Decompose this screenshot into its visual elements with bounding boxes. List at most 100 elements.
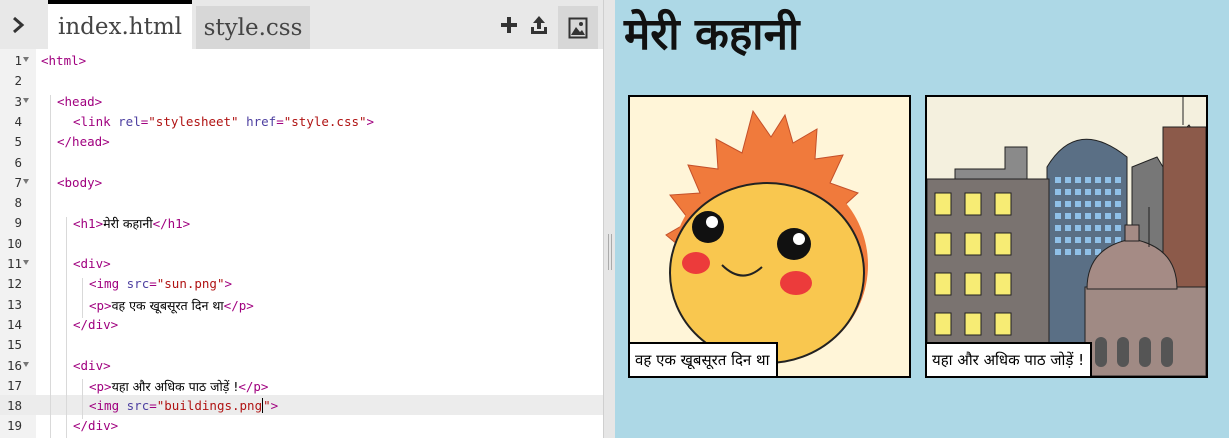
chevron-right-icon — [13, 16, 25, 33]
code-token: </p> — [238, 378, 269, 394]
indent-guide — [82, 379, 83, 419]
code-line[interactable]: 15 — [0, 334, 603, 354]
fold-arrow-icon[interactable] — [23, 361, 29, 367]
code-line[interactable]: 4 <link rel="stylesheet" href="style.css"… — [0, 111, 603, 131]
code-token: <body> — [57, 174, 103, 190]
preview-pane: मेरी कहानी वह एक खूबसूरत दिन था यहा और अ… — [615, 0, 1229, 438]
code-line[interactable]: 5 </head> — [0, 131, 603, 151]
line-number: 11 — [6, 256, 22, 271]
code-text: </div> — [73, 418, 118, 433]
panel-caption: यहा और अधिक पाठ जोड़ें ! — [927, 342, 1093, 376]
code-line[interactable]: 14 </div> — [0, 314, 603, 334]
line-number: 10 — [6, 235, 22, 251]
code-token: </head> — [57, 134, 110, 150]
upload-icon — [531, 16, 547, 34]
line-number: 1 — [14, 53, 22, 68]
tab-style-css[interactable]: style.css — [196, 6, 310, 49]
line-number: 17 — [6, 377, 22, 393]
code-token: <img — [89, 276, 127, 292]
collapse-panel-button[interactable] — [0, 0, 36, 49]
line-number: 12 — [6, 276, 22, 292]
editor-tab-bar: index.html style.css — [0, 0, 603, 49]
code-token: </p> — [223, 297, 254, 313]
fold-arrow-icon[interactable] — [23, 57, 29, 62]
code-text: <html> — [41, 53, 86, 68]
code-token: </h1> — [152, 216, 191, 232]
code-text: <h1>मेरी कहानी</h1> — [73, 215, 190, 232]
indent-guide — [50, 95, 51, 438]
code-token: " — [263, 398, 271, 414]
code-token: src — [126, 398, 150, 414]
code-line[interactable]: 18 <img src="buildings.png"> — [0, 395, 603, 416]
code-line[interactable]: 3 <head> — [0, 91, 603, 111]
add-file-button[interactable] — [496, 12, 522, 38]
code-line[interactable]: 13 <p>वह एक खूबसूरत दिन था</p> — [0, 294, 603, 314]
fold-arrow-icon[interactable] — [23, 260, 29, 265]
code-text: </head> — [57, 134, 110, 149]
code-text: <link rel="stylesheet" href="style.css"> — [73, 114, 374, 129]
code-line[interactable]: 17 <p>यहा और अधिक पाठ जोड़ें !</p> — [0, 375, 603, 395]
code-token: </div> — [73, 418, 119, 434]
code-line[interactable]: 16 <div> — [0, 355, 603, 375]
code-line[interactable]: 7 <body> — [0, 172, 603, 192]
code-line[interactable]: 6 — [0, 152, 603, 172]
line-number: 18 — [6, 398, 22, 414]
code-token: <div> — [73, 256, 111, 271]
code-token: = — [276, 113, 284, 129]
code-line[interactable]: 19 </div> — [0, 415, 603, 435]
buildings-image — [927, 97, 1206, 376]
code-token: <p> — [89, 297, 112, 313]
code-token: यहा और अधिक पाठ जोड़ें ! — [111, 378, 239, 394]
code-token: src — [126, 276, 150, 292]
code-text: <div> — [73, 256, 111, 271]
line-number: 13 — [6, 296, 22, 312]
splitter-grip[interactable] — [608, 234, 612, 270]
tab-index-html[interactable]: index.html — [48, 0, 192, 49]
code-line[interactable]: 10 — [0, 233, 603, 253]
line-number: 19 — [6, 418, 22, 434]
code-token: <html> — [41, 53, 87, 68]
code-token: > — [366, 113, 375, 129]
tab-label: index.html — [57, 13, 182, 40]
fold-arrow-icon[interactable] — [23, 178, 29, 184]
line-number: 4 — [14, 113, 22, 129]
code-line[interactable]: 11 <div> — [0, 253, 603, 273]
code-token: <link — [73, 113, 119, 129]
code-text: <div> — [73, 358, 111, 373]
comic-panel-sun: वह एक खूबसूरत दिन था — [628, 95, 911, 378]
page-heading: मेरी कहानी — [624, 9, 800, 60]
code-token: > — [224, 276, 233, 292]
line-number: 16 — [6, 357, 22, 373]
comic-panel-buildings: यहा और अधिक पाठ जोड़ें ! — [925, 95, 1208, 378]
code-line[interactable]: 1 <html> — [0, 50, 603, 70]
code-token: "style.css" — [283, 113, 367, 129]
code-line[interactable]: 8 — [0, 192, 603, 212]
line-number: 8 — [14, 195, 22, 211]
image-gallery-button[interactable] — [558, 6, 598, 49]
code-token: = — [149, 276, 157, 292]
indent-guide — [82, 278, 83, 318]
code-token: <p> — [89, 378, 112, 394]
code-text: <p>यहा और अधिक पाठ जोड़ें !</p> — [89, 378, 268, 395]
line-number: 2 — [14, 73, 22, 89]
code-token: "stylesheet" — [148, 113, 239, 129]
pane-splitter[interactable] — [603, 0, 615, 438]
code-text: <p>वह एक खूबसूरत दिन था</p> — [89, 297, 254, 314]
code-area[interactable]: 1 <html> 2 3 <head> 4 <link rel = "stylesheet" h… — [0, 49, 603, 438]
sun-image — [665, 109, 868, 364]
code-text: </div> — [73, 317, 118, 332]
fold-arrow-icon[interactable] — [23, 97, 29, 103]
line-number: 9 — [14, 215, 22, 231]
panel-caption: वह एक खूबसूरत दिन था — [630, 342, 778, 376]
line-number: 6 — [14, 154, 22, 170]
code-token: "buildings.png — [156, 398, 263, 414]
code-token: "sun.png" — [156, 276, 225, 292]
code-token: <div> — [73, 357, 111, 373]
code-line[interactable]: 12 <img src="sun.png"> — [0, 273, 603, 293]
code-line[interactable]: 2 — [0, 70, 603, 90]
code-line[interactable]: 9 <h1>मेरी कहानी</h1> — [0, 212, 603, 232]
code-token: <h1> — [73, 216, 104, 232]
upload-button[interactable] — [526, 12, 552, 38]
code-token: <head> — [57, 93, 103, 109]
